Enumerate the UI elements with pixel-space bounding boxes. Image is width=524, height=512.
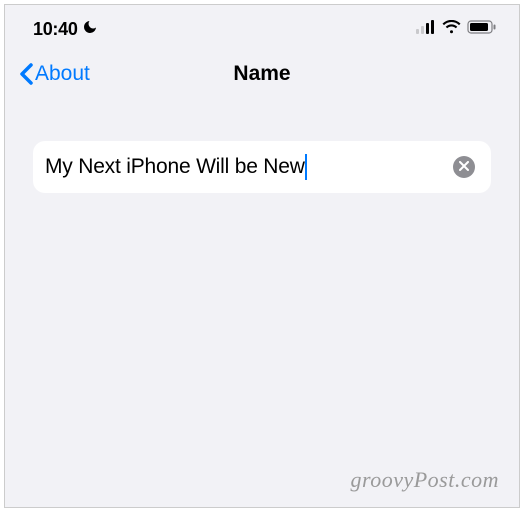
chevron-left-icon bbox=[17, 61, 35, 87]
signal-icon bbox=[416, 20, 436, 39]
content: My Next iPhone Will be New bbox=[5, 105, 519, 193]
moon-icon bbox=[82, 19, 98, 40]
clear-button[interactable] bbox=[453, 156, 475, 178]
status-left: 10:40 bbox=[33, 19, 98, 40]
page-title: Name bbox=[233, 62, 290, 86]
status-bar: 10:40 bbox=[5, 5, 519, 47]
nav-bar: About Name bbox=[5, 47, 519, 105]
back-button[interactable]: About bbox=[17, 61, 90, 87]
phone-screen: 10:40 bbox=[4, 4, 520, 508]
name-input-row: My Next iPhone Will be New bbox=[33, 141, 491, 193]
name-input-wrap: My Next iPhone Will be New bbox=[45, 155, 445, 179]
watermark: groovyPost.com bbox=[350, 467, 499, 493]
wifi-icon bbox=[442, 20, 461, 39]
status-time: 10:40 bbox=[33, 19, 78, 40]
status-right bbox=[416, 20, 497, 39]
device-name-input[interactable] bbox=[45, 155, 445, 179]
battery-icon bbox=[467, 20, 497, 39]
text-cursor bbox=[305, 154, 307, 180]
clear-icon bbox=[459, 158, 469, 176]
back-label: About bbox=[35, 62, 90, 86]
